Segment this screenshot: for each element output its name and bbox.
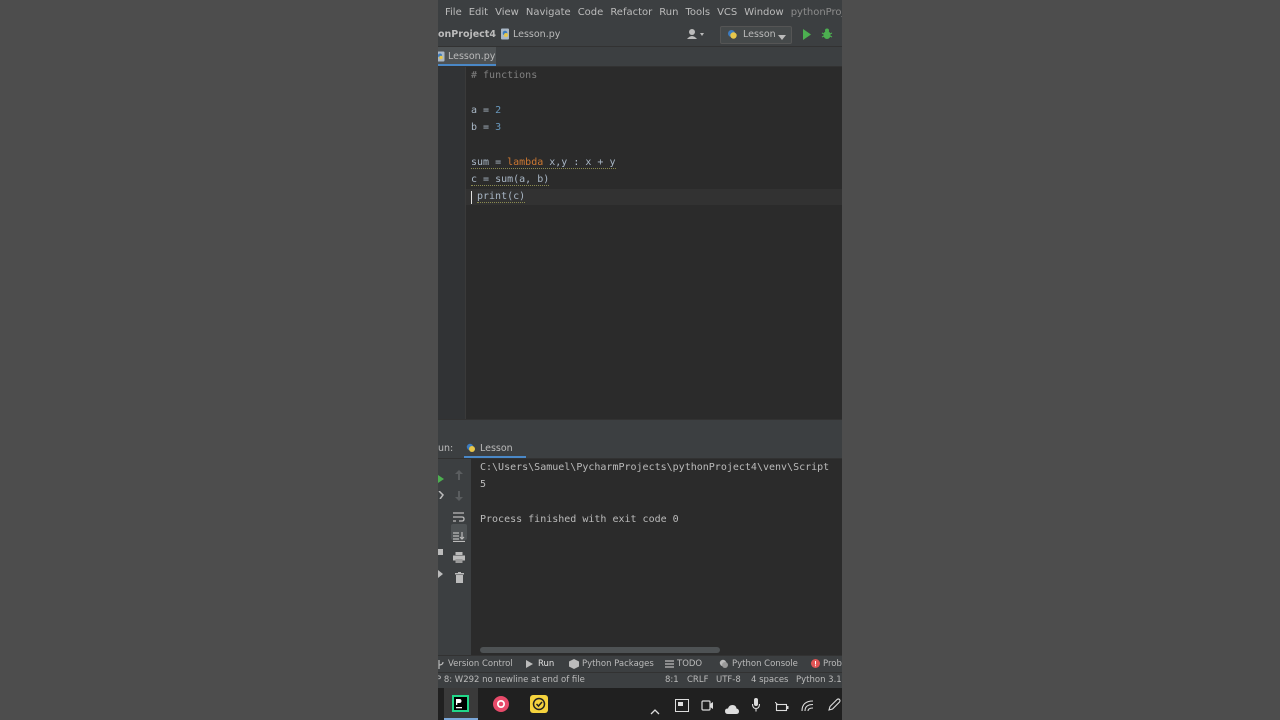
status-indent[interactable]: 4 spaces <box>751 675 788 685</box>
code-keyword: lambda <box>507 157 544 168</box>
wifi-icon[interactable] <box>801 697 814 716</box>
chevron-down-icon <box>778 32 786 43</box>
horizontal-scrollbar[interactable] <box>480 647 720 653</box>
code-token: x,y : x + y <box>543 157 616 168</box>
pen-icon[interactable] <box>827 697 841 716</box>
code-line-a: a = 2 <box>471 105 501 116</box>
meet-icon[interactable] <box>701 697 713 716</box>
output-path-line: C:\Users\Samuel\PycharmProjects\pythonPr… <box>480 462 830 473</box>
code-token: = <box>477 122 496 133</box>
run-config-selector[interactable]: Lesson <box>720 26 792 44</box>
task-app-icon[interactable] <box>530 695 548 717</box>
layout-icon[interactable] <box>438 540 443 559</box>
tool-python-packages[interactable]: Python Packages <box>582 659 654 669</box>
error-icon <box>811 659 820 671</box>
scroll-to-end-icon <box>453 527 465 546</box>
status-line-separator[interactable]: CRLF <box>687 675 708 685</box>
menu-file[interactable]: File <box>445 7 462 18</box>
breadcrumb-file[interactable]: Lesson.py <box>513 29 560 40</box>
menu-window[interactable]: Window <box>744 7 783 18</box>
arrow-down-icon[interactable] <box>455 486 463 505</box>
code-token: = <box>477 105 496 116</box>
run-toolbar <box>438 459 471 655</box>
window-title: pythonProjec <box>790 6 842 18</box>
code-line-comment: # functions <box>471 70 538 81</box>
python-file-icon <box>500 28 511 43</box>
text-cursor <box>471 191 472 204</box>
menu-bar: File Edit View Navigate Code Refactor Ru… <box>438 0 842 24</box>
wrench-icon[interactable] <box>438 484 444 503</box>
menu-run[interactable]: Run <box>659 7 678 18</box>
window-snap-icon[interactable] <box>675 697 689 716</box>
python-console-icon <box>719 659 729 672</box>
code-number: 2 <box>495 105 502 116</box>
tool-python-console[interactable]: Python Console <box>732 659 798 669</box>
menu-tools[interactable]: Tools <box>685 7 710 18</box>
menu-navigate[interactable]: Navigate <box>526 7 571 18</box>
menu-refactor[interactable]: Refactor <box>610 7 652 18</box>
chevron-up-icon[interactable] <box>650 700 660 719</box>
screen-recorder-icon[interactable] <box>492 695 510 717</box>
navigation-bar: onProject4 Lesson.py Lesson <box>438 24 842 47</box>
battery-icon[interactable] <box>774 698 789 717</box>
run-tab-lesson[interactable]: Lesson <box>464 438 526 458</box>
status-encoding[interactable]: UTF-8 <box>716 675 741 685</box>
code-line-c: c = sum(a, b) <box>471 174 550 186</box>
code-line-sum: sum = lambda x,y : x + y <box>471 157 616 169</box>
arrow-up-icon[interactable] <box>455 465 463 484</box>
taskbar <box>438 688 842 720</box>
code-line-print: print(c) <box>477 191 526 203</box>
pin-icon[interactable] <box>438 563 443 582</box>
python-icon <box>466 443 476 456</box>
tab-lesson-py[interactable]: Lesson.py <box>438 47 496 66</box>
status-bar: P 8: W292 no newline at end of file 8:1 … <box>438 672 842 689</box>
menu-edit[interactable]: Edit <box>469 7 488 18</box>
tool-version-control[interactable]: Version Control <box>448 659 513 669</box>
status-message[interactable]: P 8: W292 no newline at end of file <box>438 675 585 685</box>
cloud-icon[interactable] <box>725 699 739 718</box>
run-icon <box>526 660 533 671</box>
microphone-icon[interactable] <box>751 697 761 716</box>
taskbar-pycharm[interactable] <box>444 688 478 720</box>
run-play-icon[interactable] <box>802 29 812 43</box>
run-output-panel: C:\Users\Samuel\PycharmProjects\pythonPr… <box>438 459 842 655</box>
menu-code[interactable]: Code <box>578 7 604 18</box>
run-tab-label: Lesson <box>480 443 513 454</box>
tab-label: Lesson.py <box>448 51 496 62</box>
output-finished: Process finished with exit code 0 <box>480 514 679 525</box>
pycharm-window: File Edit View Navigate Code Refactor Ru… <box>438 0 842 720</box>
line-number-gutter <box>438 67 466 419</box>
menu-view[interactable]: View <box>495 7 519 18</box>
tool-todo[interactable]: TODO <box>677 659 702 669</box>
code-line-b: b = 3 <box>471 122 501 133</box>
panel-splitter[interactable] <box>438 419 842 438</box>
status-interpreter[interactable]: Python 3.1 <box>796 675 842 685</box>
python-packages-icon <box>569 659 579 672</box>
tool-problems[interactable]: Probl <box>823 659 842 669</box>
code-token: sum = <box>471 157 508 168</box>
scroll-to-end-button[interactable] <box>451 524 467 543</box>
run-config-label: Lesson <box>743 29 776 40</box>
output-result: 5 <box>480 479 487 490</box>
trash-icon[interactable] <box>455 568 464 587</box>
tool-window-bar: Version Control Run Python Packages TODO… <box>438 655 842 673</box>
code-number: 3 <box>495 122 502 133</box>
pycharm-icon <box>452 695 469 716</box>
menu-vcs[interactable]: VCS <box>717 7 737 18</box>
debug-bug-icon[interactable] <box>821 28 833 43</box>
version-control-icon <box>438 660 444 672</box>
user-icon[interactable] <box>686 28 706 43</box>
run-window-header: un: Lesson <box>438 438 842 459</box>
print-icon[interactable] <box>453 548 465 567</box>
breadcrumb-project[interactable]: onProject4 <box>438 29 496 40</box>
code-editor[interactable]: # functions a = 2 b = 3 sum = lambda x,y… <box>438 67 842 419</box>
editor-tab-bar: Lesson.py <box>438 47 842 67</box>
python-icon <box>727 29 738 43</box>
todo-icon <box>665 660 674 671</box>
python-file-icon <box>438 51 445 65</box>
run-header-label: un: <box>438 443 454 454</box>
status-caret-position[interactable]: 8:1 <box>665 675 679 685</box>
tool-run[interactable]: Run <box>538 659 554 669</box>
